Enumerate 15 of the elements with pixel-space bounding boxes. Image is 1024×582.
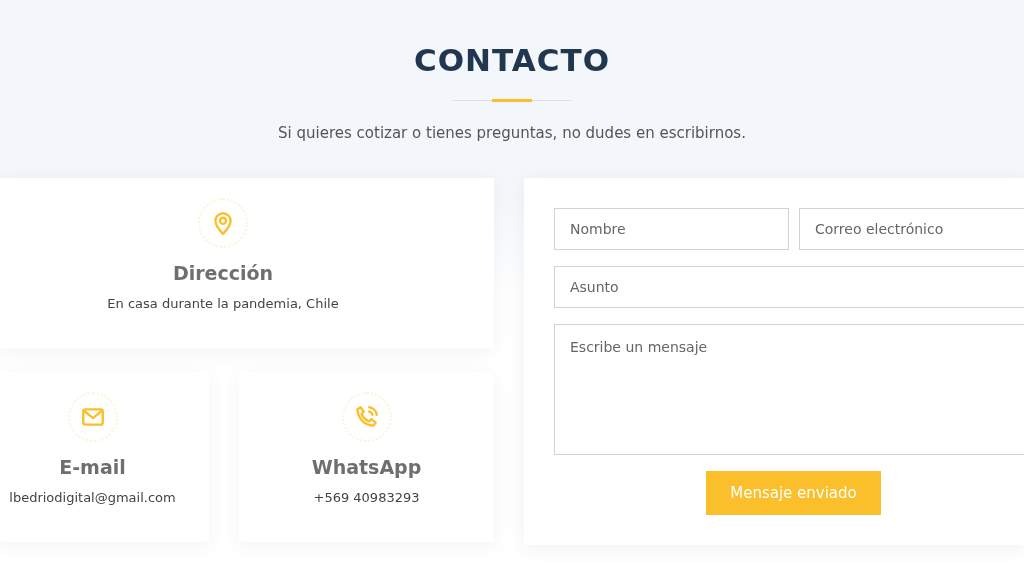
message-field[interactable]: Escribe un mensaje [554, 324, 1024, 455]
subject-field[interactable]: Asunto [554, 266, 1024, 308]
card-text: En casa durante la pandemia, Chile [107, 296, 339, 311]
section-subtitle: Si quieres cotizar o tienes preguntas, no dudes en escribirnos. [278, 124, 746, 142]
card-title: E-mail [59, 456, 126, 478]
card-text: lbedriodigital@gmail.com [9, 490, 176, 505]
section-title: CONTACTO [414, 42, 610, 78]
phone-icon [353, 404, 380, 430]
card-title: Dirección [172, 262, 274, 284]
title-underline [492, 99, 532, 102]
send-button[interactable]: Mensaje enviado [706, 471, 881, 515]
email-field[interactable]: Correo electrónico [799, 208, 1024, 250]
name-field[interactable]: Nombre [554, 208, 789, 250]
card-text: +569 40983293 [313, 490, 420, 505]
card-title: WhatsApp [311, 456, 422, 478]
